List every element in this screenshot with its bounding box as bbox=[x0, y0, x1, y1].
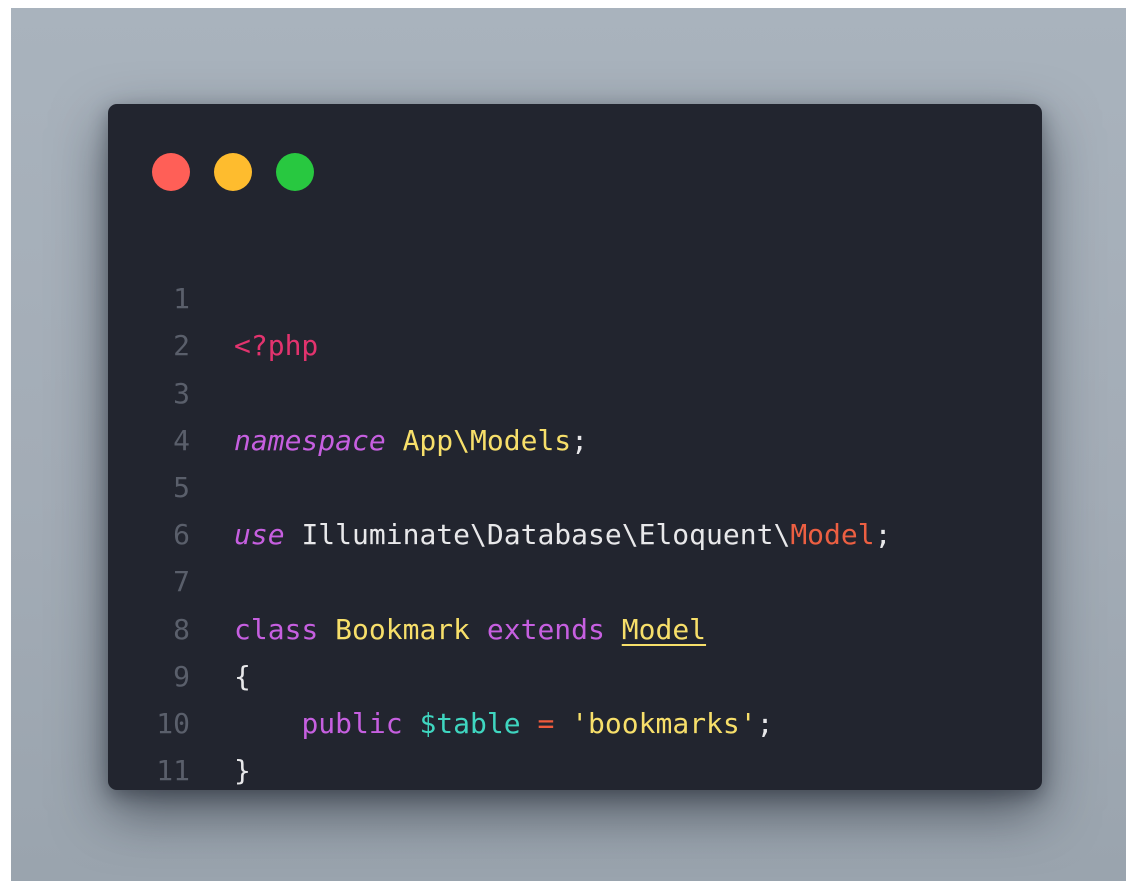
code-line: 3 namespace App\Models; bbox=[108, 322, 1042, 457]
code-line: 2 bbox=[108, 275, 1042, 362]
maximize-dot-icon bbox=[276, 153, 314, 191]
code-line: 4 bbox=[108, 370, 1042, 457]
code-line: 1 <?php bbox=[108, 228, 1042, 362]
code-line: 8 { bbox=[108, 558, 1042, 693]
code-line: 5 use Illuminate\Database\Eloquent\Model… bbox=[108, 417, 1042, 551]
line-number: 11 bbox=[156, 754, 190, 788]
code-line: 11 bbox=[108, 700, 1042, 787]
minimize-dot-icon bbox=[214, 153, 252, 191]
code-line: 10 } bbox=[108, 653, 1042, 787]
background-frame: 1 <?php 2 3 namespace App\Models; 4 5 us… bbox=[11, 8, 1126, 881]
close-dot-icon bbox=[152, 153, 190, 191]
code-line: 7 class Bookmark extends Model bbox=[108, 511, 1042, 645]
code-line: 9 public $table = 'bookmarks'; bbox=[108, 606, 1042, 740]
code-line: 6 bbox=[108, 464, 1042, 551]
code-window: 1 <?php 2 3 namespace App\Models; 4 5 us… bbox=[108, 104, 1042, 790]
code-editor: 1 <?php 2 3 namespace App\Models; 4 5 us… bbox=[108, 228, 1042, 787]
